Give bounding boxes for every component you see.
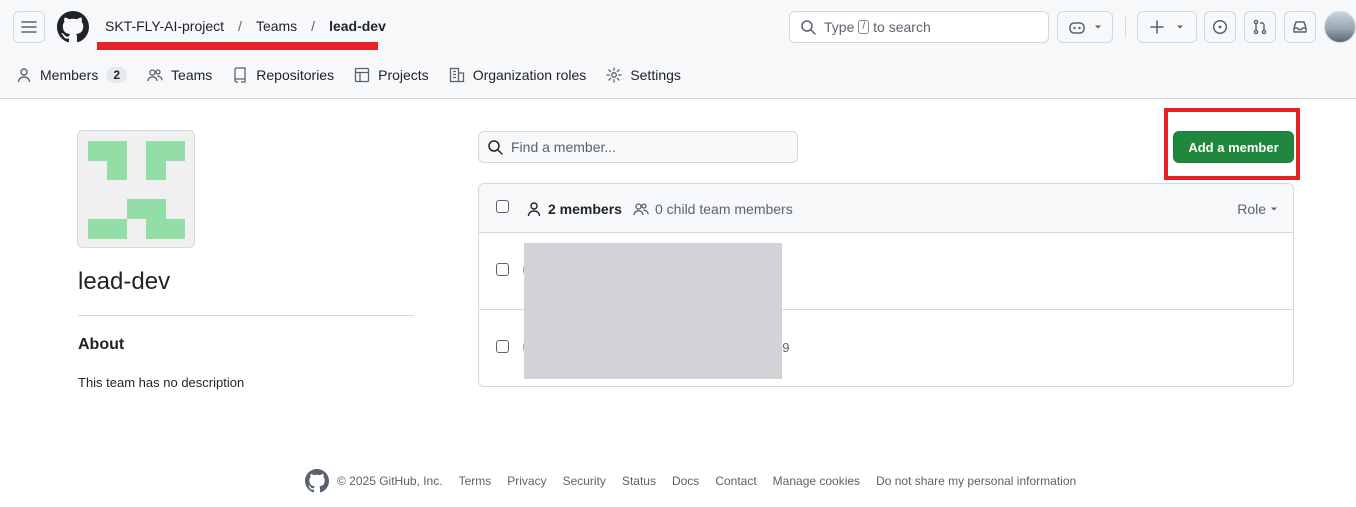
footer-link-docs[interactable]: Docs — [672, 474, 699, 488]
members-count: 2 members — [526, 201, 622, 217]
tab-repositories[interactable]: Repositories — [232, 67, 334, 83]
role-filter-label: Role — [1237, 201, 1266, 217]
footer-link-status[interactable]: Status — [622, 474, 656, 488]
tab-teams-label: Teams — [171, 67, 213, 83]
footer-link-manage-cookies[interactable]: Manage cookies — [773, 474, 860, 488]
copilot-icon — [1069, 22, 1085, 34]
team-name: lead-dev — [78, 268, 171, 295]
find-member-input[interactable]: Find a member... — [478, 131, 798, 163]
footer-link-contact[interactable]: Contact — [715, 474, 756, 488]
team-tabs: Members 2 Teams Repositories Projects Or… — [16, 62, 701, 88]
person-icon — [527, 202, 541, 217]
breadcrumb-separator: / — [311, 18, 316, 34]
about-heading: About — [78, 336, 125, 353]
inbox-icon — [1293, 21, 1307, 33]
tab-organization-roles-label: Organization roles — [472, 67, 587, 83]
footer-link-terms[interactable]: Terms — [459, 474, 492, 488]
footer-link-privacy[interactable]: Privacy — [507, 474, 546, 488]
chevron-down-icon — [1177, 25, 1183, 29]
user-avatar[interactable] — [1324, 11, 1356, 43]
breadcrumb-teams[interactable]: Teams — [256, 18, 297, 34]
role-filter[interactable]: Role — [1237, 201, 1278, 217]
menu-button[interactable] — [13, 11, 45, 43]
chevron-down-icon — [1095, 25, 1101, 29]
header-divider — [1125, 17, 1126, 37]
redaction-block — [524, 243, 782, 379]
annotation-underline — [97, 42, 378, 50]
team-description: This team has no description — [78, 375, 245, 390]
tab-settings[interactable]: Settings — [606, 67, 681, 83]
footer-link-do-not-share[interactable]: Do not share my personal information — [876, 474, 1076, 488]
breadcrumb-team[interactable]: lead-dev — [329, 18, 386, 34]
members-list-header: 2 members 0 child team members Role — [479, 184, 1293, 233]
tab-settings-label: Settings — [630, 67, 681, 83]
select-all-checkbox[interactable] — [496, 200, 509, 213]
person-icon — [17, 68, 31, 83]
chevron-down-icon — [1271, 207, 1277, 211]
footer-link-security[interactable]: Security — [563, 474, 606, 488]
member-checkbox[interactable] — [496, 263, 509, 276]
tab-projects[interactable]: Projects — [354, 67, 429, 83]
create-new-button[interactable] — [1137, 11, 1197, 43]
copilot-button[interactable] — [1057, 11, 1113, 43]
tab-projects-label: Projects — [378, 67, 429, 83]
people-icon — [147, 69, 163, 82]
github-mark-icon[interactable] — [305, 469, 329, 493]
tab-organization-roles[interactable]: Organization roles — [449, 67, 587, 83]
annotation-highlight-box — [1164, 108, 1300, 180]
inbox-button[interactable] — [1284, 11, 1316, 43]
footer: © 2025 GitHub, Inc. Terms Privacy Securi… — [305, 469, 1076, 493]
footer-copyright: © 2025 GitHub, Inc. — [337, 474, 443, 488]
find-member-placeholder: Find a member... — [511, 139, 617, 155]
search-shortcut-key: / — [858, 20, 870, 34]
repo-icon — [234, 67, 246, 83]
member-checkbox[interactable] — [496, 340, 509, 353]
issues-button[interactable] — [1204, 11, 1236, 43]
tab-members[interactable]: Members 2 — [16, 67, 128, 83]
breadcrumb: SKT-FLY-AI-project / Teams / lead-dev — [105, 18, 386, 34]
members-counter: 2 — [106, 67, 128, 83]
breadcrumb-org[interactable]: SKT-FLY-AI-project — [105, 18, 224, 34]
divider — [78, 315, 414, 316]
team-avatar — [77, 130, 195, 248]
tab-teams[interactable]: Teams — [147, 67, 212, 83]
gear-icon — [606, 67, 622, 83]
search-hint-before: Type — [824, 19, 855, 35]
tab-repositories-label: Repositories — [256, 67, 335, 83]
search-icon — [488, 140, 503, 155]
issue-opened-icon — [1212, 19, 1228, 35]
team-identicon — [88, 141, 185, 239]
pull-requests-button[interactable] — [1244, 11, 1276, 43]
plus-icon — [1150, 20, 1164, 34]
organization-icon — [449, 67, 464, 83]
child-members-label: 0 child team members — [655, 201, 793, 217]
search-icon — [801, 20, 816, 35]
breadcrumb-separator: / — [238, 18, 242, 34]
hamburger-icon — [21, 21, 37, 33]
child-members-count: 0 child team members — [633, 201, 793, 217]
members-count-label: 2 members — [548, 201, 622, 217]
search-hint-after: to search — [873, 19, 931, 35]
search-input[interactable]: Type / to search — [789, 11, 1049, 43]
table-icon — [354, 67, 370, 83]
tab-members-label: Members — [40, 67, 99, 83]
people-icon — [633, 203, 649, 216]
git-pull-request-icon — [1253, 19, 1267, 35]
global-header: SKT-FLY-AI-project / Teams / lead-dev Ty… — [0, 0, 1356, 99]
github-logo-icon[interactable] — [57, 11, 89, 43]
